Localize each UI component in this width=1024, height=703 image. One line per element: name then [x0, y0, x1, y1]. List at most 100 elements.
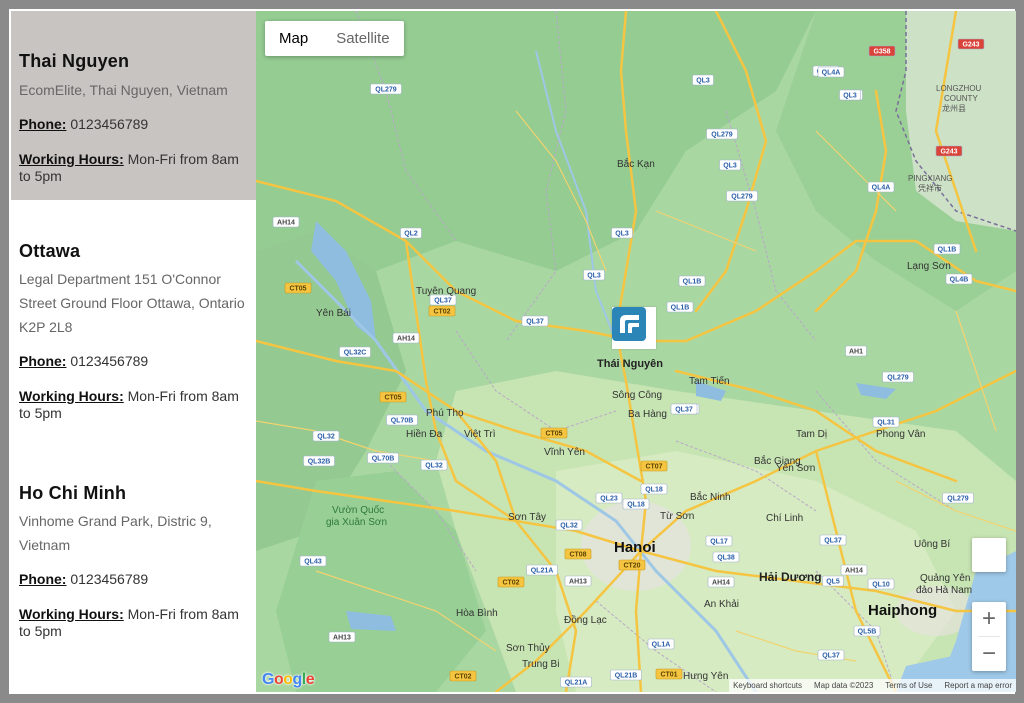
keyboard-shortcuts-link[interactable]: Keyboard shortcuts — [733, 681, 802, 690]
page-frame: Thai Nguyen EcomElite, Thai Nguyen, Viet… — [0, 0, 1024, 703]
road-shield-label: CT02 — [454, 674, 471, 681]
phone-value: 0123456789 — [66, 353, 149, 369]
park-label: gia Xuân Sơn — [326, 517, 387, 528]
road-shield-label: QL4A — [822, 70, 841, 77]
road-shield-label: QL37 — [526, 319, 544, 326]
terms-link[interactable]: Terms of Use — [885, 681, 932, 690]
road-shield-label: AH14 — [397, 336, 415, 343]
place-label: Sông Công — [612, 390, 662, 401]
road-shield-label: QL70B — [372, 456, 395, 463]
place-label: Từ Sơn — [660, 511, 694, 522]
place-label: 龙州县 — [942, 103, 966, 113]
place-label: Chí Linh — [766, 513, 803, 524]
place-label: Hưng Yên — [683, 671, 728, 682]
road-shield-label: G243 — [962, 42, 979, 49]
road-shield-label: QL37 — [822, 653, 840, 660]
place-label: Tam Dị — [796, 429, 827, 440]
location-address: Vinhome Grand Park, Distric 9, Vietnam — [19, 513, 212, 553]
road-shield-label: AH14 — [845, 568, 863, 575]
road-shield-label: QL32 — [425, 463, 443, 470]
road-shield-label: QL17 — [710, 539, 728, 546]
park-label: Vườn Quốc — [332, 504, 384, 516]
road-shield-label: QL1B — [671, 305, 690, 312]
road-shield-label: CT05 — [289, 286, 306, 293]
road-shield-label: QL5B — [858, 629, 877, 636]
road-shield-label: QL279 — [731, 194, 753, 201]
zoom-out-button[interactable]: − — [972, 637, 1006, 671]
location-address: EcomElite, Thai Nguyen, Vietnam — [19, 82, 228, 98]
location-card-thai-nguyen[interactable]: Thai Nguyen EcomElite, Thai Nguyen, Viet… — [11, 11, 256, 200]
location-marker[interactable] — [612, 307, 656, 349]
road-shield-label: CT20 — [623, 563, 640, 570]
place-label-hanoi: Hanoi — [614, 539, 656, 556]
location-address: Legal Department 151 O'Connor Street Gro… — [19, 271, 245, 335]
map-canvas[interactable]: QL3 QL279 QL4A QL3 QL279 QL3 QL279 QL2 QL3 QL3 QL3… — [256, 11, 1016, 692]
road-shield-label: QL23 — [600, 496, 618, 503]
zoom-in-button[interactable]: + — [972, 602, 1006, 636]
place-label: Bắc Kạn — [617, 157, 655, 170]
map-type-control: Map Satellite — [265, 21, 404, 56]
road-shield-label: QL3 — [615, 231, 629, 238]
road-shield-label: CT05 — [545, 431, 562, 438]
place-label: Trung Bi — [522, 659, 559, 670]
road-shield-label: CT02 — [502, 580, 519, 587]
location-phone: Phone: 0123456789 — [19, 571, 248, 588]
location-card-ho-chi-minh[interactable]: Ho Chi Minh Vinhome Grand Park, Distric … — [11, 441, 256, 661]
road-shield-label: AH14 — [277, 220, 295, 227]
place-label: PINGXIANG — [908, 174, 952, 183]
road-shield-label: QL38 — [717, 555, 735, 562]
road-shield-label: AH14 — [712, 580, 730, 587]
hours-label: Working Hours: — [19, 388, 124, 404]
road-shield-label: QL1B — [938, 247, 957, 254]
location-name: Ho Chi Minh — [19, 483, 127, 503]
place-label: LONGZHOU — [936, 84, 982, 93]
map-type-map-button[interactable]: Map — [265, 21, 322, 56]
map-type-satellite-button[interactable]: Satellite — [322, 21, 403, 56]
place-label: Yên Sơn — [776, 463, 815, 474]
hours-label: Working Hours: — [19, 606, 124, 622]
report-error-link[interactable]: Report a map error — [944, 681, 1012, 690]
road-shield-label: QL2 — [404, 231, 418, 238]
place-label: Lạng Sơn — [907, 261, 951, 272]
place-label: Tam Tiến — [689, 375, 730, 387]
location-hours: Working Hours: Mon-Fri from 8am to 5pm — [19, 606, 248, 640]
map-attribution: Keyboard shortcuts Map data ©2023 Terms … — [729, 679, 1016, 692]
place-label: 凭祥市 — [918, 183, 942, 193]
road-shield-label: QL279 — [711, 132, 733, 139]
fullscreen-button[interactable] — [972, 538, 1006, 572]
phone-label: Phone: — [19, 116, 67, 132]
road-shield-label: AH13 — [333, 635, 351, 642]
location-name: Thai Nguyen — [19, 51, 130, 71]
place-label: đảo Hà Nam — [916, 585, 972, 596]
road-shield-label: QL37 — [675, 407, 693, 414]
road-shield-label: QL18 — [645, 487, 663, 494]
road-shield-label: QL4B — [950, 277, 969, 284]
zoom-control: + − — [972, 602, 1006, 671]
place-label: Sơn Thủy — [506, 642, 550, 654]
road-shield-label: QL21A — [531, 568, 554, 575]
place-label: Hòa Bình — [456, 608, 498, 619]
road-shield-label: AH13 — [569, 579, 587, 586]
road-shield-label: QL1B — [683, 279, 702, 286]
place-label: Quảng Yên — [920, 573, 970, 584]
place-label: Yên Bái — [316, 308, 351, 319]
location-hours: Working Hours: Mon-Fri from 8am to 5pm — [19, 388, 248, 422]
place-label: Ba Hàng — [628, 409, 667, 420]
road-shield-label: CT08 — [569, 552, 586, 559]
location-name: Ottawa — [19, 241, 81, 261]
road-shield-label: QL21A — [565, 680, 588, 687]
map-view[interactable]: QL3 QL279 QL4A QL3 QL279 QL3 QL279 QL2 QL3 QL3 QL3… — [256, 11, 1016, 692]
road-shield-label: QL21B — [615, 673, 638, 680]
place-label: Vĩnh Yên — [544, 447, 585, 458]
road-shield-label: CT02 — [433, 309, 450, 316]
location-card-ottawa[interactable]: Ottawa Legal Department 151 O'Connor Str… — [11, 200, 256, 441]
place-label: Hải Dương — [759, 570, 822, 584]
road-shield-label: QL3 — [696, 78, 710, 85]
road-shield-label: CT01 — [660, 672, 677, 679]
road-shield-label: QL37 — [824, 538, 842, 545]
road-shield-label: QL37 — [434, 298, 452, 305]
road-shield-label: QL279 — [375, 87, 397, 94]
road-shield-label: CT05 — [384, 395, 401, 402]
road-shield-label: QL31 — [877, 420, 895, 427]
road-shield-label: QL18 — [627, 502, 645, 509]
